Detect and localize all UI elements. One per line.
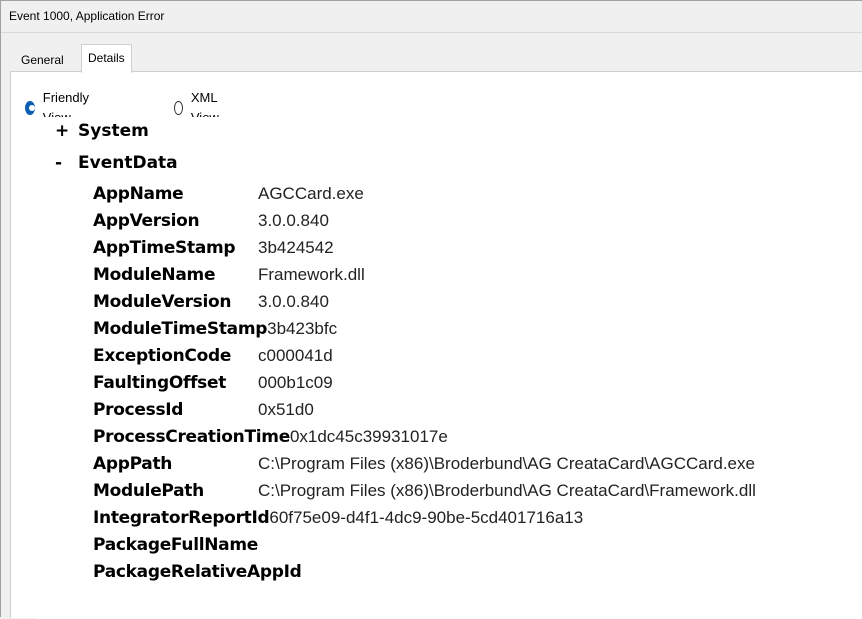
field-name: ModuleVersion (93, 292, 232, 312)
field-name: ModuleTimeStamp (93, 319, 268, 339)
field-value: 3.0.0.840 (258, 292, 329, 311)
field-integratorreportid: IntegratorReportId60f75e09-d4f1-4dc9-90b… (93, 506, 583, 532)
field-name: AppVersion (93, 211, 200, 231)
tab-strip: General Details (1, 33, 862, 73)
field-name: FaultingOffset (93, 373, 227, 393)
field-exceptioncode: ExceptionCode c000041d (93, 344, 333, 370)
tab-general[interactable]: General (15, 49, 70, 73)
node-label: EventData (78, 153, 178, 173)
field-moduletimestamp: ModuleTimeStamp3b423bfc (93, 317, 337, 343)
tree-node-eventdata[interactable]: - EventData (55, 151, 178, 175)
field-apppath: AppPath C:\Program Files (x86)\Broderbund… (93, 452, 755, 478)
radio-checked-icon (25, 101, 35, 115)
friendly-view-content: + System - EventData AppName AGCCard.exe Ap… (37, 117, 862, 619)
field-value: 60f75e09-d4f1-4dc9-90be-5cd401716a13 (269, 508, 584, 527)
collapse-toggle[interactable]: - (55, 151, 78, 175)
field-apptimestamp: AppTimeStamp 3b424542 (93, 236, 334, 262)
field-name: PackageRelativeAppId (93, 562, 302, 582)
field-value: 0x1dc45c39931017e (289, 427, 448, 446)
radio-unchecked-icon (174, 101, 183, 115)
field-name: ModuleName (93, 265, 216, 285)
tab-details[interactable]: Details (81, 44, 132, 73)
details-panel: Friendly View XML View +System -EventDat… (10, 71, 862, 619)
field-value: AGCCard.exe (258, 184, 364, 203)
field-value: C:\Program Files (x86)\Broderbund\AG Cre… (258, 481, 756, 500)
field-name: AppTimeStamp (93, 238, 236, 258)
field-moduleversion: ModuleVersion 3.0.0.840 (93, 290, 329, 316)
field-value: C:\Program Files (x86)\Broderbund\AG Cre… (258, 454, 755, 473)
field-name: PackageFullName (93, 535, 258, 555)
field-name: ProcessCreationTime (93, 427, 290, 447)
field-processid: ProcessId 0x51d0 (93, 398, 314, 424)
field-name: ExceptionCode (93, 346, 232, 366)
field-value: Framework.dll (258, 265, 365, 284)
field-name: IntegratorReportId (93, 508, 270, 528)
field-name: ProcessId (93, 400, 184, 420)
field-value: 3.0.0.840 (258, 211, 329, 230)
field-value: 0x51d0 (258, 400, 314, 419)
field-name: ModulePath (93, 481, 204, 501)
field-appversion: AppVersion 3.0.0.840 (93, 209, 329, 235)
expand-toggle[interactable]: + (55, 119, 78, 143)
field-packagerelativeappid: PackageRelativeAppId (93, 560, 302, 586)
field-value: 3b423bfc (267, 319, 338, 338)
field-value: 3b424542 (258, 238, 334, 257)
field-value: c000041d (258, 346, 333, 365)
field-processcreationtime: ProcessCreationTime0x1dc45c39931017e (93, 425, 448, 451)
field-appname: AppName AGCCard.exe (93, 182, 364, 208)
field-name: AppPath (93, 454, 173, 474)
field-modulepath: ModulePath C:\Program Files (x86)\Broderb… (93, 479, 756, 505)
field-packagefullname: PackageFullName (93, 533, 258, 559)
window-title: Event 1000, Application Error (1, 1, 862, 33)
node-label: System (78, 121, 149, 141)
event-properties-window: Event 1000, Application Error General De… (0, 0, 862, 619)
field-faultingoffset: FaultingOffset 000b1c09 (93, 371, 333, 397)
tree-node-system[interactable]: + System (55, 119, 149, 143)
field-name: AppName (93, 184, 184, 204)
field-modulename: ModuleName Framework.dll (93, 263, 365, 289)
field-value: 000b1c09 (258, 373, 333, 392)
